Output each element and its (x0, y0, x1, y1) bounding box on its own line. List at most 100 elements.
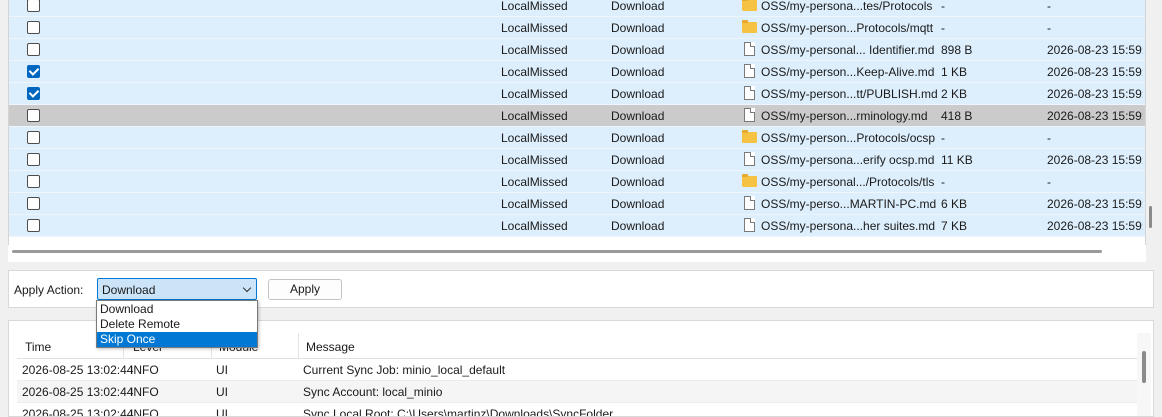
row-action[interactable]: Download (611, 87, 664, 101)
log-module: UI (216, 363, 228, 377)
file-size: - (941, 131, 945, 145)
modified-time: - (1047, 175, 1051, 189)
file-size: 11 KB (941, 153, 973, 167)
modified-time: 2026-08-23 15:59:1 (1047, 65, 1143, 79)
log-level: INFO (130, 385, 159, 399)
file-path: OSS/my-persona...her suites.md (761, 219, 936, 233)
action-select[interactable]: Download (97, 278, 257, 300)
row-checkbox[interactable] (27, 219, 40, 232)
folder-icon (741, 173, 757, 189)
log-time: 2026-08-25 13:02:44 (22, 363, 134, 377)
modified-time: 2026-08-23 15:59:1 (1047, 109, 1143, 123)
log-message: Sync Local Root: C:\Users\martinz\Downlo… (303, 407, 614, 417)
file-row[interactable]: LocalMissed Download OSS/my-person...Keep-… (9, 61, 1145, 83)
log-column-message[interactable]: Message (306, 340, 355, 354)
file-icon (741, 107, 757, 123)
modified-time: - (1047, 131, 1051, 145)
file-row[interactable]: LocalMissed Download OSS/my-persona...tes/… (9, 0, 1145, 17)
file-row[interactable]: LocalMissed Download OSS/my-perso...MARTIN… (9, 193, 1145, 215)
chevron-down-icon (242, 283, 252, 293)
file-row[interactable]: LocalMissed Download OSS/my-persona...erif… (9, 149, 1145, 171)
file-path: OSS/my-person...rminology.md (761, 109, 928, 123)
file-row[interactable]: LocalMissed Download OSS/my-person...tt/PU… (9, 83, 1145, 105)
folder-icon (741, 0, 757, 13)
folder-icon (741, 129, 757, 145)
modified-time: 2026-08-23 15:59:1 (1047, 219, 1143, 233)
row-checkbox[interactable] (27, 0, 40, 12)
dropdown-option-download[interactable]: Download (97, 302, 257, 317)
log-message: Current Sync Job: minio_local_default (303, 363, 506, 377)
file-size: - (941, 21, 945, 35)
row-checkbox[interactable] (27, 21, 40, 34)
action-dropdown-list: Download Delete Remote Skip Once (96, 300, 258, 348)
file-table-horizontal-scroll-thumb[interactable] (12, 250, 1102, 253)
row-checkbox[interactable] (27, 65, 40, 78)
file-row[interactable]: LocalMissed Download OSS/my-persona...her … (9, 215, 1145, 237)
log-row[interactable]: 2026-08-25 13:02:44 INFO UI Sync Account: l… (17, 381, 1137, 403)
row-checkbox[interactable] (27, 87, 40, 100)
file-row[interactable]: LocalMissed Download OSS/my-personal.../Pr… (9, 171, 1145, 193)
log-row[interactable]: 2026-08-25 13:02:44 INFO UI Current Sync Jo… (17, 359, 1137, 381)
sync-status: LocalMissed (501, 153, 568, 167)
row-checkbox[interactable] (27, 131, 40, 144)
file-row[interactable]: LocalMissed Download OSS/my-person...Proto… (9, 17, 1145, 39)
file-size: 1 KB (941, 65, 968, 79)
file-size: - (941, 175, 945, 189)
modified-time: - (1047, 0, 1051, 13)
column-divider[interactable] (298, 333, 299, 359)
row-action[interactable]: Download (611, 0, 664, 13)
action-select-value: Download (102, 283, 156, 297)
row-action[interactable]: Download (611, 175, 664, 189)
sync-status: LocalMissed (501, 65, 568, 79)
row-action[interactable]: Download (611, 65, 664, 79)
sync-status: LocalMissed (501, 219, 568, 233)
row-checkbox[interactable] (27, 43, 40, 56)
row-action[interactable]: Download (611, 197, 664, 211)
modified-time: 2026-08-23 15:59:1 (1047, 197, 1143, 211)
sync-status: LocalMissed (501, 109, 568, 123)
file-path: OSS/my-personal... Identifier.md (761, 43, 935, 57)
log-module: UI (216, 407, 228, 417)
row-checkbox[interactable] (27, 153, 40, 166)
file-path: OSS/my-person...Keep-Alive.md (761, 65, 935, 79)
row-checkbox[interactable] (27, 109, 40, 122)
file-table-horizontal-scrollbar[interactable] (8, 245, 1146, 262)
file-size: 2 KB (941, 87, 968, 101)
row-action[interactable]: Download (611, 21, 664, 35)
file-path: OSS/my-person...Protocols/ocsp (761, 131, 936, 145)
file-table-vertical-scroll-thumb[interactable] (1149, 206, 1152, 228)
file-path: OSS/my-persona...tes/Protocols (761, 0, 933, 13)
row-action[interactable]: Download (611, 153, 664, 167)
dropdown-option-delete-remote[interactable]: Delete Remote (97, 317, 257, 332)
log-row[interactable]: 2026-08-25 13:02:44 INFO UI Sync Local Root… (17, 403, 1137, 417)
file-path: OSS/my-person...tt/PUBLISH.md (761, 87, 938, 101)
row-action[interactable]: Download (611, 131, 664, 145)
sync-status: LocalMissed (501, 197, 568, 211)
file-path: OSS/my-perso...MARTIN-PC.md (761, 197, 937, 211)
row-checkbox[interactable] (27, 175, 40, 188)
sync-status: LocalMissed (501, 131, 568, 145)
file-icon (741, 151, 757, 167)
file-icon (741, 195, 757, 211)
row-action[interactable]: Download (611, 219, 664, 233)
file-icon (741, 85, 757, 101)
log-vertical-scrollbar[interactable] (1137, 333, 1151, 416)
folder-icon (741, 19, 757, 35)
file-path: OSS/my-personal.../Protocols/tls (761, 175, 935, 189)
dropdown-option-skip-once[interactable]: Skip Once (97, 332, 257, 347)
log-time: 2026-08-25 13:02:44 (22, 385, 134, 399)
sync-status: LocalMissed (501, 21, 568, 35)
row-checkbox[interactable] (27, 197, 40, 210)
row-action[interactable]: Download (611, 43, 664, 57)
apply-button[interactable]: Apply (268, 279, 342, 300)
file-size: - (941, 0, 945, 13)
file-row[interactable]: LocalMissed Download OSS/my-personal... Id… (9, 39, 1145, 61)
modified-time: 2026-08-23 15:59:1 (1047, 87, 1143, 101)
file-icon (741, 217, 757, 233)
file-row[interactable]: LocalMissed Download OSS/my-person...Proto… (9, 127, 1145, 149)
log-vertical-scroll-thumb[interactable] (1142, 351, 1146, 383)
row-action[interactable]: Download (611, 109, 664, 123)
log-column-time[interactable]: Time (25, 340, 51, 354)
file-row[interactable]: LocalMissed Download OSS/my-person...rmino… (9, 105, 1145, 127)
file-icon (741, 63, 757, 79)
